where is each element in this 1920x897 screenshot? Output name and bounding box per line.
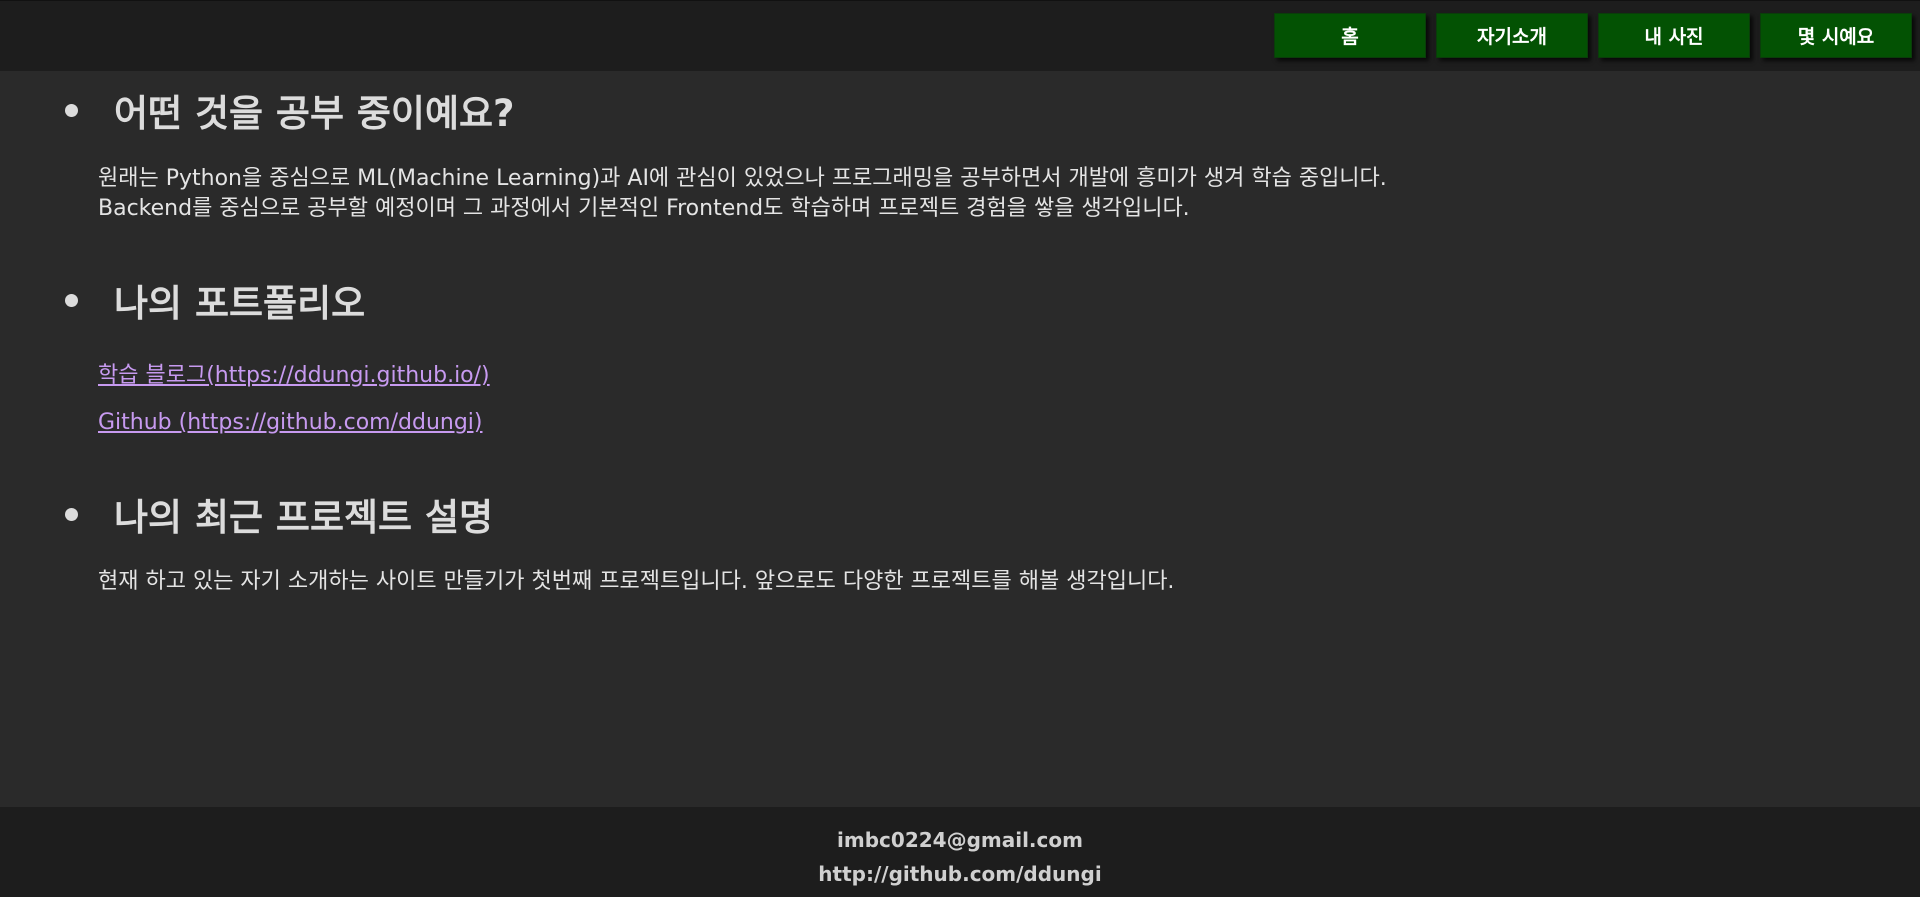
nav-clock-button[interactable]: 몇 시예요 [1760, 13, 1912, 58]
nav-home-button[interactable]: 홈 [1274, 13, 1426, 58]
bullet-icon [65, 293, 78, 307]
section-title-text: 어떤 것을 공부 중이예요? [114, 92, 515, 135]
main-content: 어떤 것을 공부 중이예요? 원래는 Python을 중심으로 ML(Machi… [0, 71, 1920, 807]
bullet-icon [65, 103, 78, 117]
studying-description-line-2: Backend를 중심으로 공부할 예정이며 그 과정에서 기본적인 Front… [98, 196, 1190, 221]
footer-email: imbc0224@gmail.com [837, 828, 1083, 852]
nav-menu: 홈 자기소개 내 사진 몇 시예요 [1274, 13, 1912, 58]
section-title-text: 나의 최근 프로젝트 설명 [114, 496, 494, 539]
nav-photos-button[interactable]: 내 사진 [1598, 13, 1750, 58]
github-link[interactable]: Github (https://github.com/ddungi) [98, 410, 483, 435]
recent-project-description: 현재 하고 있는 자기 소개하는 사이트 만들기가 첫번째 프로젝트입니다. 앞… [98, 569, 1175, 594]
footer-github: http://github.com/ddungi [818, 862, 1102, 886]
section-title-portfolio: 나의 포트폴리오 [60, 273, 365, 327]
blog-link[interactable]: 학습 블로그(https://ddungi.github.io/) [98, 357, 490, 389]
nav-about-button[interactable]: 자기소개 [1436, 13, 1588, 58]
section-title-recent-project: 나의 최근 프로젝트 설명 [60, 487, 493, 541]
top-navigation-bar: 홈 자기소개 내 사진 몇 시예요 [0, 0, 1920, 71]
section-title-studying: 어떤 것을 공부 중이예요? [60, 83, 515, 137]
footer: imbc0224@gmail.com http://github.com/ddu… [0, 807, 1920, 897]
studying-description-line-1: 원래는 Python을 중심으로 ML(Machine Learning)과 A… [98, 166, 1387, 191]
bullet-icon [65, 507, 78, 521]
section-title-text: 나의 포트폴리오 [114, 282, 366, 325]
